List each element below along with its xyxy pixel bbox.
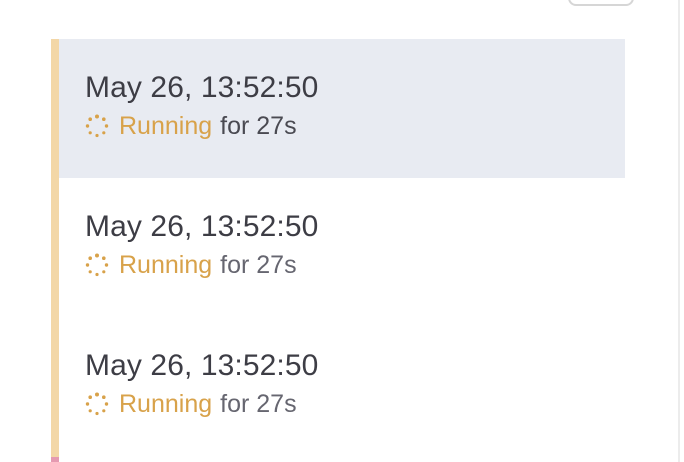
run-start-time: May 26, 13:52:50	[85, 349, 319, 382]
right-divider	[678, 0, 680, 462]
run-status-label: Running	[119, 390, 213, 418]
run-start-time: May 26, 13:52:50	[85, 71, 319, 104]
run-start-time: May 26, 13:52:50	[85, 210, 319, 243]
run-list-item[interactable]: May 26, 13:52:50 Running for 27s	[59, 178, 625, 317]
run-duration: for 27s	[220, 251, 297, 279]
run-status-label: Running	[119, 112, 213, 140]
run-timeline: May 26, 13:52:50 Running for 27s May 26,…	[51, 39, 625, 462]
top-partial-button[interactable]	[568, 0, 634, 6]
loading-spinner-icon	[85, 114, 109, 138]
run-list-item[interactable]: May 26, 13:52:50 Running for 27s	[59, 317, 625, 456]
loading-spinner-icon	[85, 392, 109, 416]
run-duration: for 27s	[220, 390, 297, 418]
timeline-bottom-accent	[51, 457, 59, 462]
run-duration: for 27s	[220, 112, 297, 140]
timeline-accent-bar	[51, 39, 59, 462]
run-status-line: Running for 27s	[85, 111, 297, 141]
run-list-item[interactable]: May 26, 13:52:50 Running for 27s	[59, 39, 625, 178]
loading-spinner-icon	[85, 253, 109, 277]
run-status-line: Running for 27s	[85, 389, 297, 419]
run-status-line: Running for 27s	[85, 250, 297, 280]
run-status-label: Running	[119, 251, 213, 279]
run-list: May 26, 13:52:50 Running for 27s May 26,…	[59, 39, 625, 462]
run-history-panel: May 26, 13:52:50 Running for 27s May 26,…	[0, 0, 684, 462]
